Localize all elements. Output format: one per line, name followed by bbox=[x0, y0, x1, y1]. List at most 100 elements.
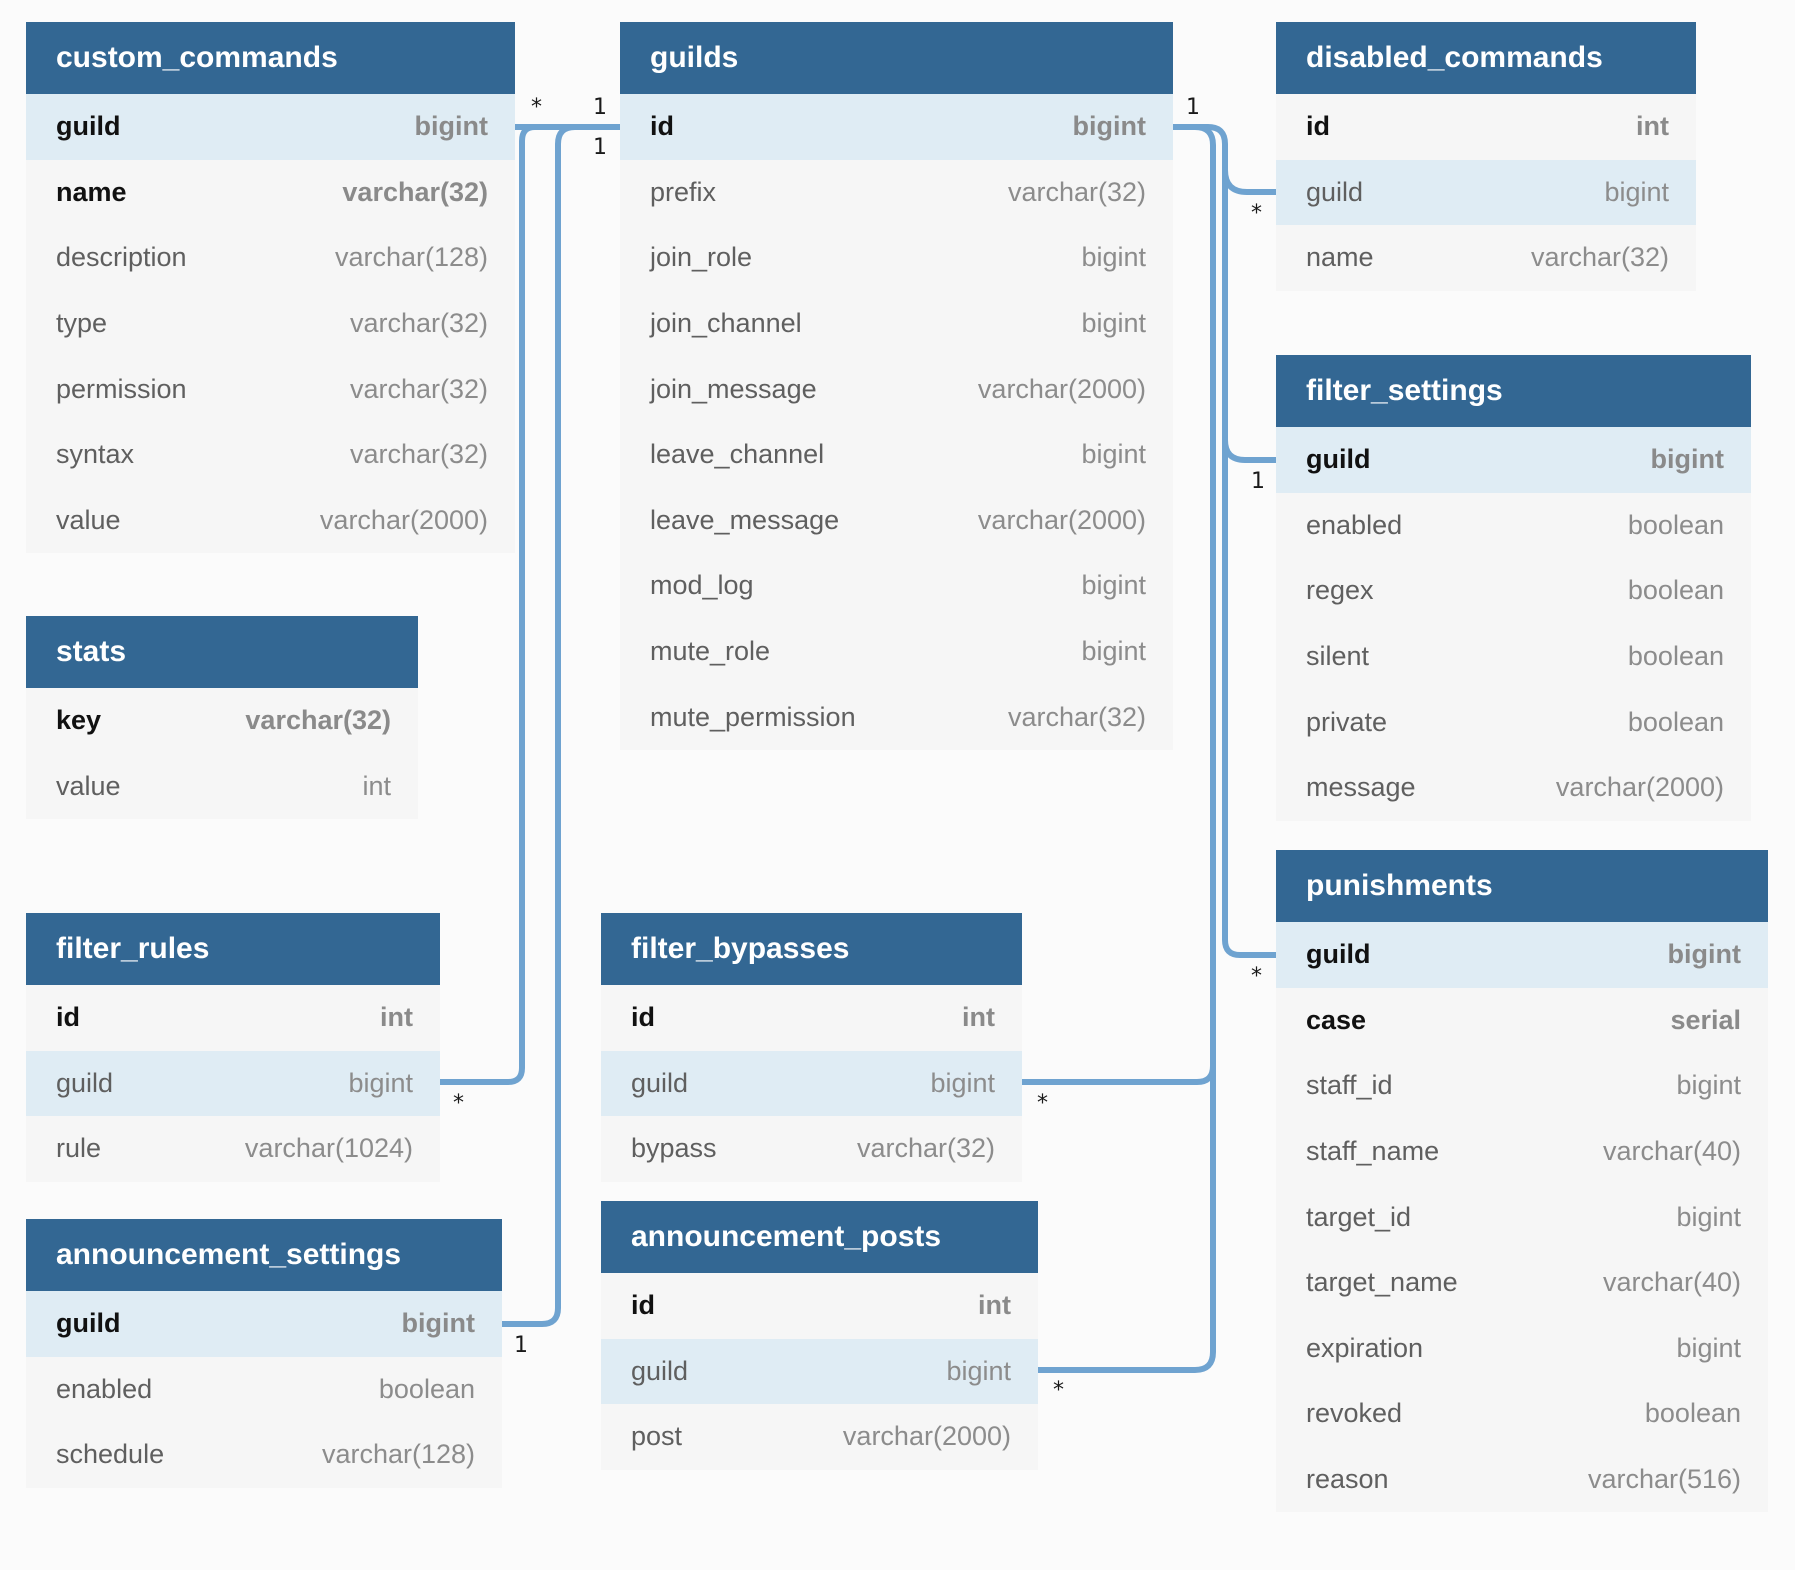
relation-filter-bypasses-guilds bbox=[1019, 1063, 1216, 1085]
table-header[interactable]: punishments bbox=[1276, 850, 1768, 922]
column-type: boolean bbox=[1644, 1398, 1741, 1429]
column-type: varchar(2000) bbox=[977, 373, 1146, 404]
table-stats: stats key varchar(32) value int bbox=[26, 616, 418, 820]
table-filter-bypasses: filter_bypasses id int guild bigint bypass var… bbox=[601, 913, 1022, 1182]
column-name: leave_message bbox=[650, 504, 840, 535]
table-header[interactable]: filter_rules bbox=[26, 913, 440, 985]
column-name: guild bbox=[1306, 939, 1371, 970]
column-type: int bbox=[362, 770, 391, 801]
table-header[interactable]: custom_commands bbox=[26, 22, 515, 94]
column-row[interactable]: enabled boolean bbox=[1276, 493, 1751, 559]
table-header[interactable]: announcement_posts bbox=[601, 1201, 1038, 1273]
column-type: varchar(2000) bbox=[1555, 772, 1724, 803]
column-row[interactable]: name varchar(32) bbox=[1276, 225, 1696, 291]
column-row[interactable]: mute_permission varchar(32) bbox=[620, 684, 1173, 750]
column-type: varchar(32) bbox=[1007, 176, 1146, 207]
column-name: prefix bbox=[650, 176, 717, 207]
column-row[interactable]: leave_channel bigint bbox=[620, 422, 1173, 488]
column-row[interactable]: guild bigint bbox=[26, 94, 515, 160]
cardinality-announcement-posts: * bbox=[1053, 1378, 1064, 1403]
table-header[interactable]: filter_bypasses bbox=[601, 913, 1022, 985]
column-row[interactable]: guild bigint bbox=[601, 1050, 1022, 1117]
column-name: bypass bbox=[631, 1133, 717, 1164]
column-row[interactable]: guild bigint bbox=[1276, 427, 1751, 493]
column-row[interactable]: id int bbox=[601, 985, 1022, 1051]
column-row[interactable]: id int bbox=[26, 985, 440, 1051]
column-row[interactable]: value varchar(2000) bbox=[26, 488, 515, 554]
column-row[interactable]: reason varchar(516) bbox=[1276, 1447, 1768, 1513]
column-type: boolean bbox=[378, 1373, 475, 1404]
column-row[interactable]: join_role bigint bbox=[620, 225, 1173, 291]
column-row[interactable]: key varchar(32) bbox=[26, 688, 418, 754]
column-row[interactable]: id bigint bbox=[620, 94, 1173, 160]
column-row[interactable]: target_name varchar(40) bbox=[1276, 1250, 1768, 1316]
column-name: key bbox=[56, 705, 102, 736]
cardinality-filter-settings: 1 bbox=[1251, 469, 1265, 494]
column-row[interactable]: staff_name varchar(40) bbox=[1276, 1119, 1768, 1185]
column-row[interactable]: post varchar(2000) bbox=[601, 1404, 1038, 1470]
column-row[interactable]: mute_role bigint bbox=[620, 619, 1173, 685]
table-header[interactable]: guilds bbox=[620, 22, 1173, 94]
column-row[interactable]: bypass varchar(32) bbox=[601, 1116, 1022, 1182]
column-type: int bbox=[978, 1290, 1011, 1321]
column-type: int bbox=[1636, 111, 1669, 142]
table-header[interactable]: announcement_settings bbox=[26, 1219, 502, 1291]
column-row[interactable]: message varchar(2000) bbox=[1276, 755, 1751, 821]
relation-guilds-right bbox=[1170, 124, 1279, 958]
column-row[interactable]: value int bbox=[26, 754, 418, 820]
column-name: syntax bbox=[56, 439, 135, 470]
column-type: bigint bbox=[1676, 1332, 1741, 1363]
column-row[interactable]: guild bigint bbox=[26, 1291, 502, 1357]
column-name: guild bbox=[1306, 176, 1364, 207]
column-row[interactable]: syntax varchar(32) bbox=[26, 422, 515, 488]
table-header[interactable]: stats bbox=[26, 616, 418, 688]
column-row[interactable]: regex boolean bbox=[1276, 558, 1751, 624]
table-filter-settings: filter_settings guild bigint enabled boolean… bbox=[1276, 355, 1751, 821]
column-row[interactable]: mod_log bigint bbox=[620, 553, 1173, 619]
column-row[interactable]: guild bigint bbox=[1276, 159, 1696, 226]
column-type: bigint bbox=[930, 1067, 995, 1098]
column-row[interactable]: enabled boolean bbox=[26, 1357, 502, 1423]
column-name: revoked bbox=[1306, 1398, 1403, 1429]
table-header[interactable]: disabled_commands bbox=[1276, 22, 1696, 94]
column-row[interactable]: prefix varchar(32) bbox=[620, 160, 1173, 226]
column-row[interactable]: guild bigint bbox=[1276, 922, 1768, 988]
column-row[interactable]: description varchar(128) bbox=[26, 225, 515, 291]
column-row[interactable]: case serial bbox=[1276, 988, 1768, 1054]
column-row[interactable]: guild bigint bbox=[601, 1338, 1038, 1405]
column-row[interactable]: target_id bigint bbox=[1276, 1184, 1768, 1250]
cardinality-punishments: * bbox=[1251, 964, 1262, 989]
column-type: boolean bbox=[1627, 641, 1724, 672]
column-type: bigint bbox=[414, 111, 488, 142]
column-name: target_id bbox=[1306, 1201, 1412, 1232]
table-header[interactable]: filter_settings bbox=[1276, 355, 1751, 427]
column-name: guild bbox=[56, 1067, 114, 1098]
column-type: bigint bbox=[1676, 1201, 1741, 1232]
column-row[interactable]: staff_id bigint bbox=[1276, 1053, 1768, 1119]
column-row[interactable]: rule varchar(1024) bbox=[26, 1116, 440, 1182]
column-row[interactable]: guild bigint bbox=[26, 1050, 440, 1117]
column-row[interactable]: private boolean bbox=[1276, 689, 1751, 755]
column-row[interactable]: permission varchar(32) bbox=[26, 356, 515, 422]
column-type: varchar(40) bbox=[1602, 1267, 1741, 1298]
column-row[interactable]: id int bbox=[1276, 94, 1696, 160]
column-row[interactable]: join_channel bigint bbox=[620, 291, 1173, 357]
column-name: regex bbox=[1306, 575, 1374, 606]
column-row[interactable]: type varchar(32) bbox=[26, 291, 515, 357]
column-type: varchar(516) bbox=[1587, 1464, 1741, 1495]
column-row[interactable]: silent boolean bbox=[1276, 624, 1751, 690]
column-row[interactable]: expiration bigint bbox=[1276, 1316, 1768, 1382]
column-name: description bbox=[56, 242, 187, 273]
column-type: bigint bbox=[1081, 308, 1146, 339]
column-name: target_name bbox=[1306, 1267, 1458, 1298]
column-row[interactable]: revoked boolean bbox=[1276, 1381, 1768, 1447]
column-row[interactable]: id int bbox=[601, 1273, 1038, 1339]
column-type: bigint bbox=[1081, 636, 1146, 667]
column-name: join_role bbox=[650, 242, 753, 273]
column-row[interactable]: leave_message varchar(2000) bbox=[620, 488, 1173, 554]
column-row[interactable]: join_message varchar(2000) bbox=[620, 356, 1173, 422]
column-row[interactable]: schedule varchar(128) bbox=[26, 1422, 502, 1488]
column-type: varchar(128) bbox=[334, 242, 488, 273]
column-row[interactable]: name varchar(32) bbox=[26, 160, 515, 226]
column-name: name bbox=[1306, 242, 1374, 273]
